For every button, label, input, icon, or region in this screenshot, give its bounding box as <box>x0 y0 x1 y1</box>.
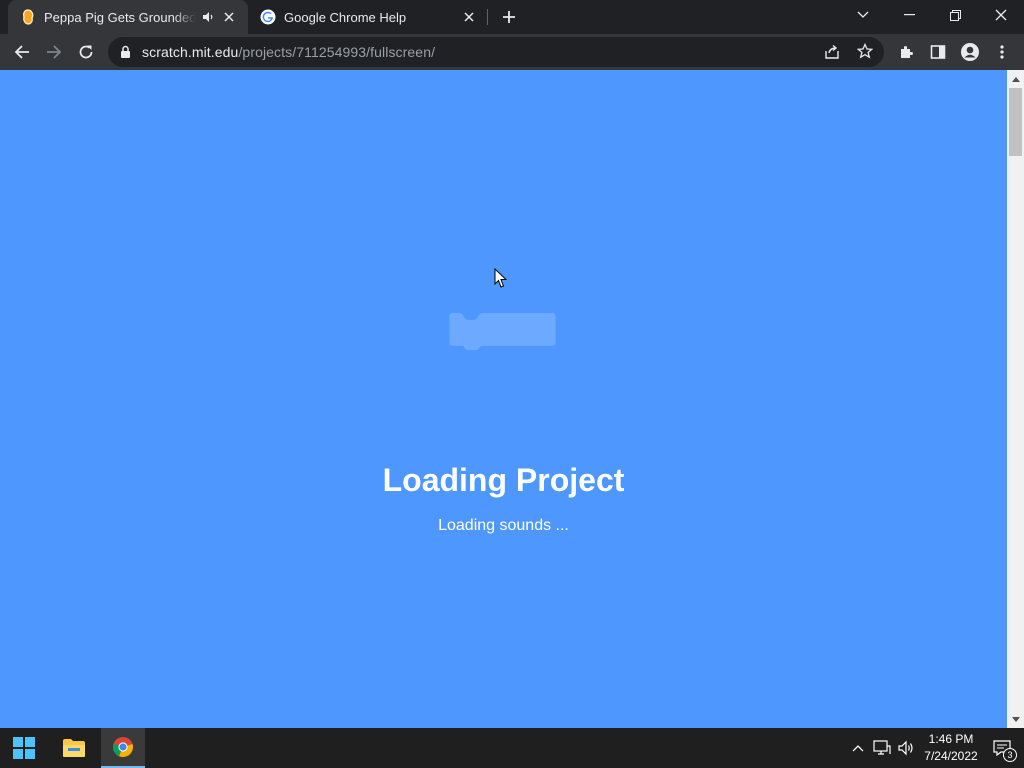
tab-search-button[interactable] <box>840 0 886 30</box>
scratch-favicon-icon <box>20 9 36 25</box>
tab-chrome-help[interactable]: Google Chrome Help <box>248 0 488 34</box>
google-favicon-icon <box>260 9 276 25</box>
start-button[interactable] <box>2 728 46 768</box>
more-menu-button[interactable] <box>988 38 1016 66</box>
chrome-taskbar-button[interactable] <box>101 728 145 768</box>
url-path: /projects/711254993/fullscreen/ <box>238 44 436 60</box>
tab-peppa-pig[interactable]: Peppa Pig Gets Grounded Scratch <box>8 0 248 34</box>
url-host: scratch.mit.edu <box>142 44 239 60</box>
reload-button[interactable] <box>72 38 100 66</box>
lock-icon[interactable] <box>120 45 131 64</box>
back-button[interactable] <box>8 38 36 66</box>
side-panel-button[interactable] <box>924 38 952 66</box>
file-explorer-button[interactable] <box>52 728 96 768</box>
share-icon[interactable] <box>824 44 840 65</box>
loading-status: Loading sounds ... <box>438 517 569 534</box>
notification-count-badge: 3 <box>1003 748 1017 762</box>
close-icon[interactable] <box>220 8 238 26</box>
page-viewport: Loading Project Loading sounds ... <box>0 70 1007 728</box>
tab-strip: Peppa Pig Gets Grounded Scratch Google C… <box>0 0 1024 34</box>
url-text: scratch.mit.edu/projects/711254993/fulls… <box>142 44 435 60</box>
browser-toolbar: scratch.mit.edu/projects/711254993/fulls… <box>0 34 1024 70</box>
scrollbar-thumb[interactable] <box>1009 88 1022 156</box>
close-window-button[interactable] <box>978 0 1024 30</box>
tab-title: Google Chrome Help <box>284 9 407 25</box>
close-icon[interactable] <box>460 8 478 26</box>
clock-date: 7/24/2022 <box>924 749 978 763</box>
loading-title: Loading Project <box>382 462 625 498</box>
folder-icon <box>63 739 85 757</box>
extensions-button[interactable] <box>892 38 920 66</box>
volume-icon[interactable] <box>896 738 916 758</box>
taskbar-clock[interactable]: 1:46 PM 7/24/2022 <box>918 731 984 765</box>
chrome-icon <box>112 737 133 758</box>
profile-avatar[interactable] <box>956 38 984 66</box>
windows-taskbar: 1:46 PM 7/24/2022 3 <box>0 728 1024 768</box>
minimize-button[interactable] <box>886 0 932 30</box>
new-tab-button[interactable] <box>497 5 521 29</box>
tab-title: Peppa Pig Gets Grounded Scratch <box>44 9 196 25</box>
vertical-scrollbar[interactable] <box>1007 70 1024 728</box>
tab-separator <box>487 9 488 25</box>
show-hidden-icons-chevron-icon[interactable] <box>848 738 868 758</box>
audio-playing-icon[interactable] <box>200 9 216 25</box>
mouse-cursor-icon <box>494 268 508 288</box>
forward-button[interactable] <box>40 38 68 66</box>
windows-logo-icon <box>13 737 35 759</box>
loading-block-icon <box>449 313 556 351</box>
network-icon[interactable] <box>872 738 892 758</box>
scroll-down-arrow-icon[interactable] <box>1007 712 1024 726</box>
address-bar[interactable]: scratch.mit.edu/projects/711254993/fulls… <box>108 37 884 67</box>
bookmark-star-icon[interactable] <box>856 42 874 64</box>
scroll-up-arrow-icon[interactable] <box>1007 72 1024 86</box>
clock-time: 1:46 PM <box>928 732 974 746</box>
restore-button[interactable] <box>932 0 978 30</box>
